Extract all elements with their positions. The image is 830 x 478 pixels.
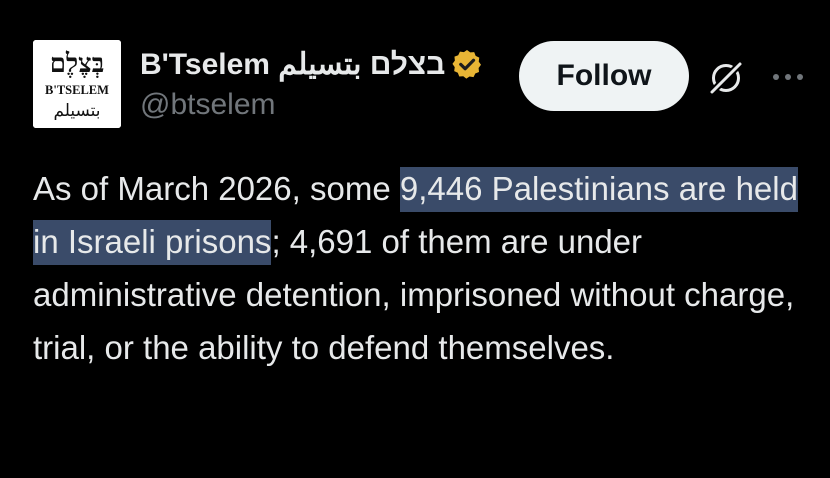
- tweet-header: בְּצֶלֶם B'TSELEM بتسيلم B'Tselem בצלם ب…: [33, 40, 803, 132]
- grok-icon[interactable]: [706, 58, 746, 98]
- btselem-logo: בְּצֶלֶם B'TSELEM بتسيلم: [33, 40, 121, 128]
- more-icon[interactable]: [770, 65, 806, 89]
- follow-button[interactable]: Follow: [519, 41, 689, 111]
- tweet-text-start: As of March 2026, some: [33, 170, 400, 207]
- logo-latin: B'TSELEM: [45, 83, 109, 97]
- tweet-text: As of March 2026, some 9,446 Palestinian…: [33, 162, 803, 374]
- author-display-name[interactable]: B'Tselem בצלם بتسيلم: [140, 47, 445, 82]
- author-name-row: B'Tselem בצלם بتسيلم: [140, 44, 483, 84]
- avatar[interactable]: בְּצֶלֶם B'TSELEM بتسيلم: [33, 40, 121, 128]
- verified-badge-icon[interactable]: [451, 48, 483, 80]
- tweet-view: { "author": { "display_name": "B'Tselem …: [0, 0, 830, 478]
- logo-arabic: بتسيلم: [53, 101, 100, 121]
- author-handle[interactable]: @btselem: [140, 88, 276, 122]
- logo-hebrew: בְּצֶלֶם: [50, 49, 105, 79]
